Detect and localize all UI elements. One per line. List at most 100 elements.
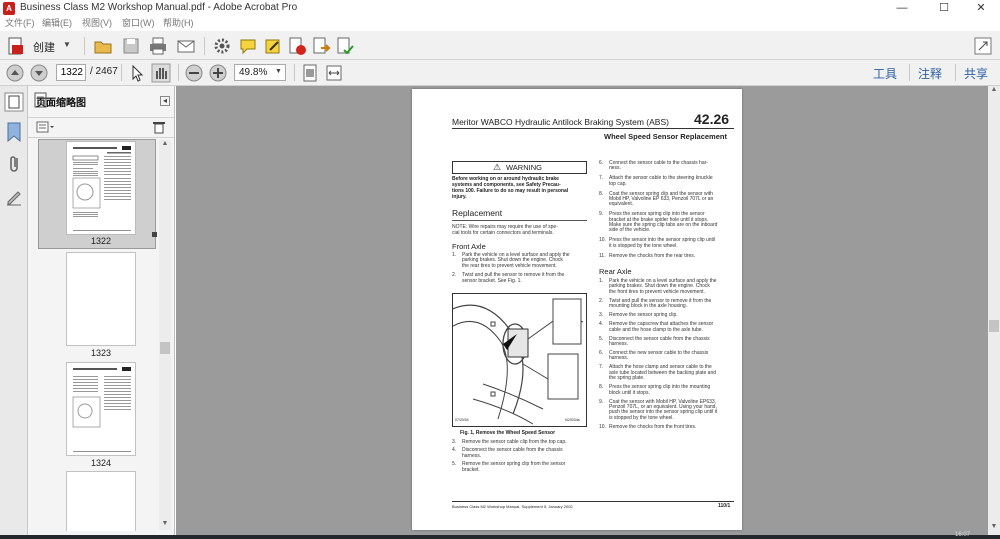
- thumbnail-resize-handle[interactable]: [152, 232, 157, 237]
- thumbnail-page-content: [72, 367, 131, 452]
- step-line: harness.: [609, 340, 629, 347]
- step-line: ness.: [609, 165, 621, 172]
- step-number: 4.: [452, 447, 457, 454]
- chevron-down-icon: ▼: [275, 68, 282, 75]
- step-line: sensor bracket. See Fig. 1.: [462, 277, 522, 284]
- fit-page-icon[interactable]: [300, 63, 320, 83]
- step-number: 3.: [452, 439, 457, 445]
- step-line: cable and the hose clamp to the axle tub…: [609, 326, 703, 333]
- create-button[interactable]: 创建 ▼: [6, 36, 72, 56]
- next-page-icon[interactable]: [29, 63, 49, 83]
- zoom-select[interactable]: 49.8% ▼: [234, 64, 286, 81]
- scrollbar-thumb[interactable]: [989, 320, 999, 332]
- menu-edit[interactable]: 编辑(E): [42, 17, 72, 30]
- thumbnail-page-1325[interactable]: [66, 471, 136, 531]
- scroll-up-arrow-icon[interactable]: ▲: [989, 86, 999, 96]
- step-number: 1.: [599, 278, 604, 284]
- tab-comment[interactable]: 注释: [918, 65, 942, 82]
- select-cursor-icon[interactable]: [127, 63, 147, 83]
- delete-trash-icon[interactable]: [152, 120, 166, 134]
- step-number: 7.: [599, 364, 604, 371]
- page-header-title: Meritor WABCO Hydraulic Antilock Braking…: [452, 117, 669, 127]
- attachment-paperclip-icon[interactable]: [5, 154, 23, 174]
- settings-gear-icon[interactable]: [212, 36, 232, 56]
- figure-caption: Fig. 1, Remove the Wheel Speed Sensor: [460, 430, 556, 436]
- create-pdf-icon: [8, 37, 23, 55]
- warning-triangle-icon: ⚠: [493, 162, 502, 172]
- rear-axle-heading: Rear Axle: [599, 267, 632, 276]
- step-number: 6.: [599, 160, 604, 166]
- fullscreen-expand-icon[interactable]: [973, 36, 993, 56]
- open-folder-icon[interactable]: [93, 36, 113, 56]
- step-number: 10.: [599, 423, 606, 430]
- figure-code-left: 07/20/04: [455, 418, 469, 422]
- navigation-toolbar: / 2467 49.8% ▼ 工具 注释 共享: [0, 60, 1000, 86]
- step-line: Remove the chocks from the front tires.: [609, 423, 697, 430]
- email-icon[interactable]: [176, 36, 196, 56]
- scroll-down-arrow-icon[interactable]: ▼: [989, 523, 999, 533]
- scroll-up-arrow-icon[interactable]: ▲: [160, 140, 170, 150]
- redact-document-icon[interactable]: [287, 36, 307, 56]
- step-line: bracket.: [462, 466, 480, 473]
- export-document-icon[interactable]: [311, 36, 331, 56]
- thumbnail-page-1322[interactable]: [66, 141, 136, 235]
- figure-1: 07/20/04 f420034a: [442, 293, 587, 427]
- minimize-button[interactable]: —: [882, 0, 922, 17]
- menu-view[interactable]: 视图(V): [82, 17, 112, 30]
- zoom-value: 49.8%: [239, 67, 268, 78]
- scroll-down-arrow-icon[interactable]: ▼: [160, 520, 170, 530]
- total-pages: / 2467: [90, 66, 118, 77]
- hand-tool-icon[interactable]: [151, 63, 171, 83]
- menu-help[interactable]: 帮助(H): [163, 17, 194, 30]
- bookmark-icon[interactable]: [5, 122, 23, 142]
- step-line: the rear tires to prevent vehicle moveme…: [462, 262, 557, 269]
- pdf-page: Meritor WABCO Hydraulic Antilock Braking…: [412, 89, 742, 530]
- menu-file[interactable]: 文件(F): [5, 17, 35, 30]
- thumbnail-page-content: [72, 146, 131, 231]
- tab-share[interactable]: 共享: [964, 65, 988, 82]
- close-button[interactable]: ✕: [961, 0, 1000, 17]
- page-number-input[interactable]: [56, 64, 86, 81]
- step-number: 8.: [599, 190, 604, 197]
- step-line: the spring plate.: [609, 375, 645, 382]
- step-number: 2.: [599, 297, 604, 304]
- thumbnail-panel: 页面缩略图 ◂ 1322 1323 1324 ▲ ▼: [28, 86, 175, 535]
- step-line: equivalent.: [609, 201, 634, 208]
- page-thumbnails-icon[interactable]: [4, 92, 24, 112]
- maximize-button[interactable]: ☐: [924, 0, 964, 17]
- zoom-out-icon[interactable]: [184, 63, 204, 83]
- comment-bubble-icon[interactable]: [238, 36, 258, 56]
- navigation-rail: [0, 86, 28, 535]
- thumbnail-page-1324[interactable]: [66, 362, 136, 456]
- os-taskbar: 16:07: [0, 532, 1000, 539]
- page-subheading: Wheel Speed Sensor Replacement: [604, 132, 727, 141]
- zoom-in-icon[interactable]: [208, 63, 228, 83]
- document-scrollbar[interactable]: ▲ ▼: [988, 86, 1000, 535]
- scrollbar-thumb[interactable]: [160, 342, 170, 354]
- save-icon[interactable]: [121, 36, 141, 56]
- step-number: 1.: [452, 252, 457, 258]
- thumbnail-scrollbar[interactable]: ▲ ▼: [159, 140, 171, 530]
- note-text: NOTE: Wire repairs may require the use o…: [452, 224, 592, 236]
- signature-pen-icon[interactable]: [5, 186, 23, 206]
- step-number: 10.: [599, 237, 606, 244]
- step-number: 11.: [599, 252, 606, 259]
- panel-title-text: 页面缩略图: [36, 98, 86, 109]
- collapse-panel-button[interactable]: ◂: [160, 96, 170, 106]
- step-line: Remove the sensor spring clip.: [609, 312, 678, 319]
- thumbnail-options-icon[interactable]: [36, 121, 54, 133]
- step-line: the front tires to prevent vehicle movem…: [609, 288, 705, 295]
- sign-document-icon[interactable]: [335, 36, 355, 56]
- warning-line: injury.: [452, 194, 467, 200]
- tab-tools[interactable]: 工具: [873, 65, 897, 82]
- create-label: 创建: [33, 42, 55, 54]
- step-line: mounting block in the axle housing.: [609, 303, 688, 310]
- highlight-pen-icon[interactable]: [263, 36, 283, 56]
- print-icon[interactable]: [148, 36, 168, 56]
- fit-width-icon[interactable]: [324, 63, 344, 83]
- thumbnail-page-1323[interactable]: [66, 252, 136, 346]
- front-axle-heading: Front Axle: [452, 242, 486, 251]
- previous-page-icon[interactable]: [5, 63, 25, 83]
- menu-window[interactable]: 窗口(W): [122, 17, 155, 30]
- step-number: 7.: [599, 175, 604, 182]
